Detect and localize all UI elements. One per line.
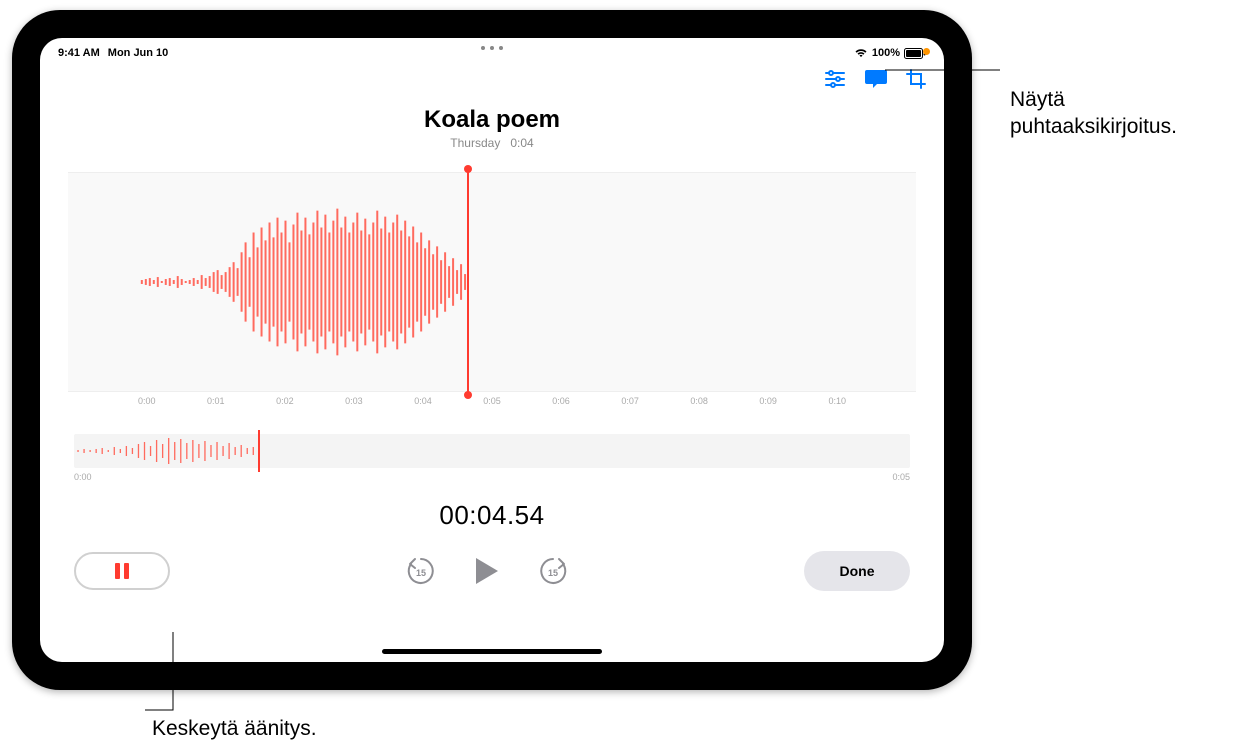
callout-pause: Keskeytä äänitys.: [152, 715, 317, 742]
callout-transcript: Näytä puhtaaksikirjoitus.: [1010, 86, 1177, 141]
